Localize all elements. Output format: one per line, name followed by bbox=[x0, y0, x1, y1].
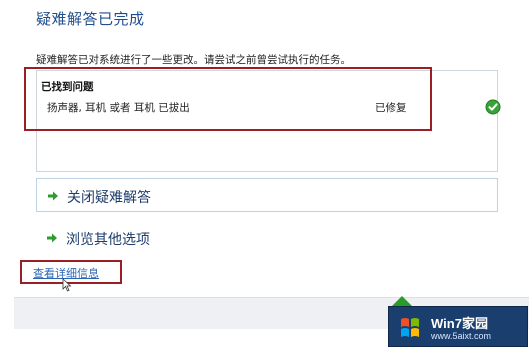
watermark-url: www.5aixt.com bbox=[431, 331, 492, 341]
green-arrow-icon bbox=[48, 191, 58, 201]
page-title: 疑难解答已完成 bbox=[36, 10, 145, 28]
close-troubleshooter-label: 关闭疑难解答 bbox=[67, 190, 151, 206]
site-watermark: Win7家园 www.5aixt.com bbox=[378, 296, 529, 347]
watermark-card: Win7家园 www.5aixt.com bbox=[388, 306, 528, 347]
highlight-frame bbox=[24, 67, 432, 131]
close-troubleshooter-button[interactable]: 关闭疑难解答 bbox=[36, 178, 498, 212]
browse-other-options-label: 浏览其他选项 bbox=[66, 232, 150, 248]
mouse-cursor-icon bbox=[62, 278, 72, 292]
watermark-brand: Win7家园 bbox=[431, 316, 488, 331]
description-text: 疑难解答已对系统进行了一些更改。请尝试之前曾尝试执行的任务。 bbox=[36, 54, 351, 66]
green-check-icon bbox=[485, 99, 501, 115]
browse-other-options-button[interactable]: 浏览其他选项 bbox=[36, 221, 498, 255]
green-arrow-icon bbox=[47, 233, 57, 243]
windows-logo-icon bbox=[401, 318, 419, 337]
